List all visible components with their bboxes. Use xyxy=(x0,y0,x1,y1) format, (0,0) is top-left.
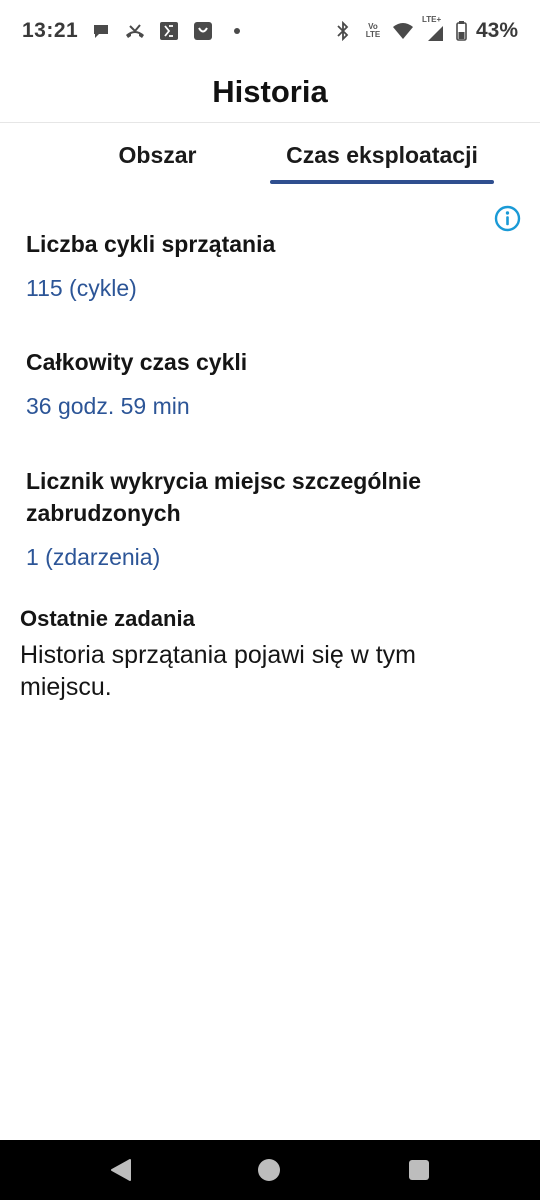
recents-icon[interactable] xyxy=(409,1160,429,1180)
stat-value: 115 (cykle) xyxy=(26,275,137,301)
tab-runtime[interactable]: Czas eksploatacji xyxy=(270,124,494,186)
stat-value: 36 godz. 59 min xyxy=(26,393,190,419)
sim-app-icon xyxy=(158,20,180,42)
volte-icon: Vo LTE xyxy=(362,20,384,42)
back-icon[interactable] xyxy=(108,1158,134,1182)
stat-dirt-detect-count: Licznik wykrycia miejsc szczególnie zabr… xyxy=(26,465,496,572)
recent-tasks-title: Ostatnie zadania xyxy=(20,606,195,631)
missed-call-icon xyxy=(124,20,146,42)
app-header: Historia xyxy=(0,62,540,123)
recent-tasks-section: Ostatnie zadania Historia sprzątania poj… xyxy=(20,604,500,703)
battery-icon xyxy=(456,20,468,42)
recent-tasks-empty-message: Historia sprzątania pojawi się w tym mie… xyxy=(20,641,416,701)
page-title: Historia xyxy=(212,74,328,109)
shopping-bag-icon xyxy=(192,20,214,42)
volte-bottom-label: LTE xyxy=(365,30,381,39)
status-right: Vo LTE LTE+ 43% xyxy=(332,16,518,43)
info-icon[interactable] xyxy=(494,205,521,232)
stat-value: 1 (zdarzenia) xyxy=(26,544,161,570)
active-tab-indicator xyxy=(270,180,494,184)
home-icon[interactable] xyxy=(258,1159,280,1181)
status-left: 13:21 xyxy=(22,19,248,43)
chat-bubble-icon xyxy=(90,20,112,42)
tab-bar: Obszar Czas eksploatacji xyxy=(0,124,540,186)
status-bar: 13:21 Vo LTE LTE+ 43% xyxy=(0,0,540,62)
lte-label: LTE+ xyxy=(421,15,442,24)
battery-percent: 43% xyxy=(475,19,518,42)
stat-label: Całkowity czas cykli xyxy=(26,349,248,375)
stat-total-cycle-time: Całkowity czas cykli 36 godz. 59 min xyxy=(26,346,496,421)
bluetooth-icon xyxy=(332,20,354,42)
stat-label: Licznik wykrycia miejsc szczególnie zabr… xyxy=(26,468,422,526)
stat-cleaning-cycles: Liczba cykli sprzątania 115 (cykle) xyxy=(26,228,496,303)
tab-area[interactable]: Obszar xyxy=(95,124,220,186)
status-time: 13:21 xyxy=(22,19,79,42)
stat-label: Liczba cykli sprzątania xyxy=(26,231,276,257)
wifi-icon xyxy=(392,20,414,42)
dot-icon xyxy=(226,20,248,42)
signal-icon: LTE+ xyxy=(422,16,448,42)
system-nav-bar xyxy=(0,1140,540,1200)
